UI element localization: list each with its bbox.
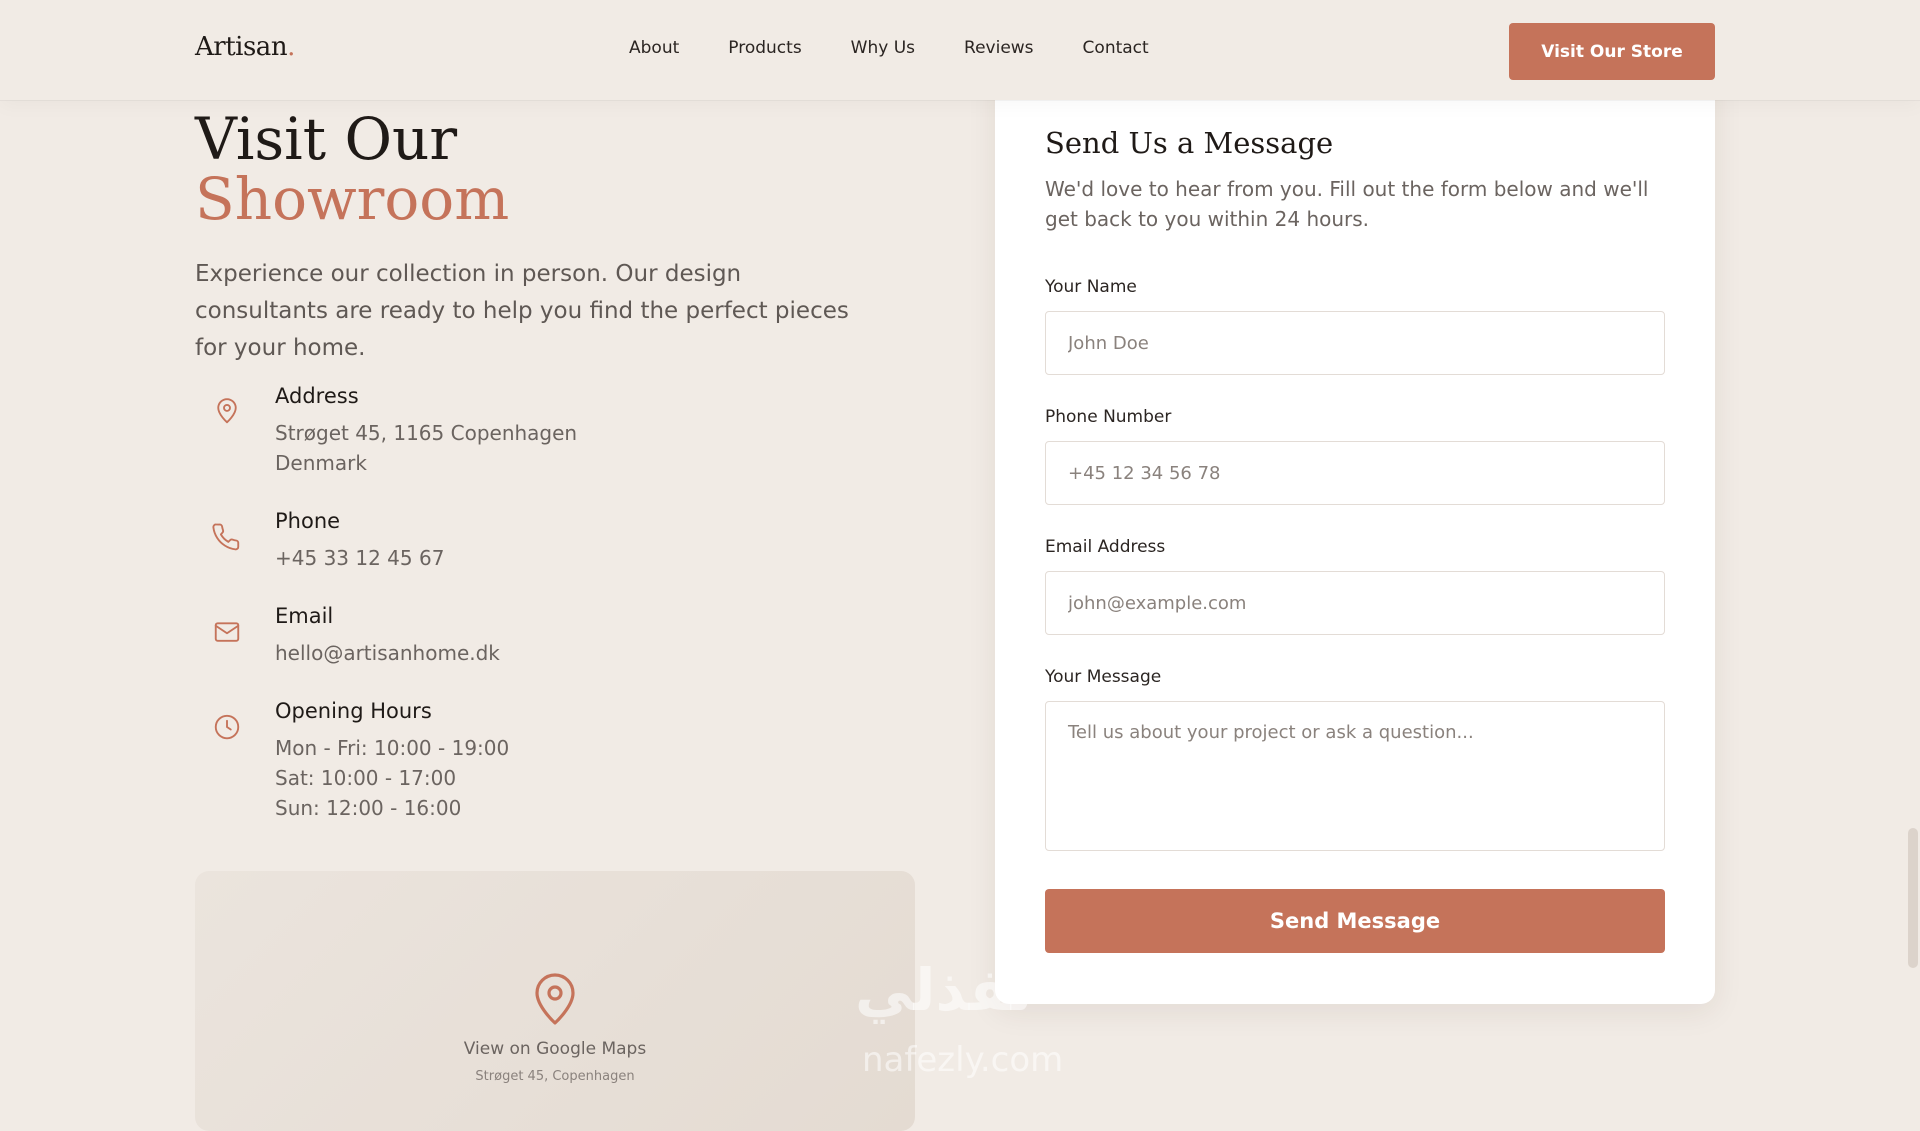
form-subtitle: We'd love to hear from you. Fill out the… (1045, 177, 1649, 231)
nav-link-products[interactable]: Products (728, 38, 801, 58)
message-label: Your Message (1045, 667, 1162, 687)
page-title-line2: Showroom (195, 165, 510, 233)
send-message-button[interactable]: Send Message (1045, 889, 1665, 953)
address-lines: Strøget 45, 1165 Copenhagen Denmark (275, 418, 577, 478)
email-line-1[interactable]: hello@artisanhome.dk (275, 638, 500, 668)
logo[interactable]: Artisan. (195, 32, 295, 62)
google-maps-link[interactable]: View on Google Maps (195, 1039, 915, 1059)
intro-text: Experience our collection in person. Our… (195, 261, 849, 361)
name-label: Your Name (1045, 277, 1137, 297)
page-title-line1: Visit Our (195, 105, 458, 173)
phone-input[interactable] (1045, 441, 1665, 505)
map-address: Strøget 45, Copenhagen (475, 1069, 635, 1084)
nav-link-contact[interactable]: Contact (1083, 38, 1149, 58)
phone-icon (212, 523, 240, 551)
watermark-url: nafezly.com (862, 1040, 1064, 1080)
map-pin-icon (535, 973, 575, 1025)
hours-line-2: Sat: 10:00 - 17:00 (275, 766, 457, 790)
nav-link-about[interactable]: About (629, 38, 679, 58)
hours-lines: Mon - Fri: 10:00 - 19:00 Sat: 10:00 - 17… (275, 733, 509, 823)
map-pin-icon (217, 398, 237, 424)
nav-link-reviews[interactable]: Reviews (964, 38, 1034, 58)
hours-line-1: Mon - Fri: 10:00 - 19:00 (275, 736, 510, 760)
address-title: Address (275, 384, 359, 408)
phone-label: Phone Number (1045, 407, 1172, 427)
email-label: Email Address (1045, 537, 1166, 557)
nav-link-why-us[interactable]: Why Us (851, 38, 915, 58)
hours-title: Opening Hours (275, 699, 432, 723)
address-line-2: Denmark (275, 451, 367, 475)
visit-store-button[interactable]: Visit Our Store (1509, 23, 1715, 80)
phone-lines: +45 33 12 45 67 (275, 543, 444, 573)
form-title: Send Us a Message (1045, 126, 1334, 160)
email-input[interactable] (1045, 571, 1665, 635)
address-line-1: Strøget 45, 1165 Copenhagen (275, 421, 578, 445)
map-card[interactable]: View on Google Maps Strøget 45, Copenhag… (195, 871, 915, 1131)
email-title: Email (275, 604, 334, 628)
logo-dot: . (287, 32, 295, 62)
watermark-logo: نفذلي (855, 956, 1033, 1024)
phone-title: Phone (275, 509, 341, 533)
logo-text: Artisan (195, 32, 288, 62)
phone-line-1[interactable]: +45 33 12 45 67 (275, 543, 444, 573)
main-nav: About Products Why Us Reviews Contact (629, 38, 1198, 58)
hours-line-3: Sun: 12:00 - 16:00 (275, 796, 462, 820)
email-lines: hello@artisanhome.dk (275, 638, 500, 668)
contact-form-card: Send Us a Message We'd love to hear from… (995, 60, 1715, 1004)
page-scrollbar[interactable] (1908, 828, 1918, 968)
site-header: Artisan. About Products Why Us Reviews C… (0, 0, 1920, 100)
message-textarea[interactable] (1045, 701, 1665, 851)
clock-icon (214, 714, 240, 740)
name-input[interactable] (1045, 311, 1665, 375)
mail-icon (214, 622, 240, 642)
